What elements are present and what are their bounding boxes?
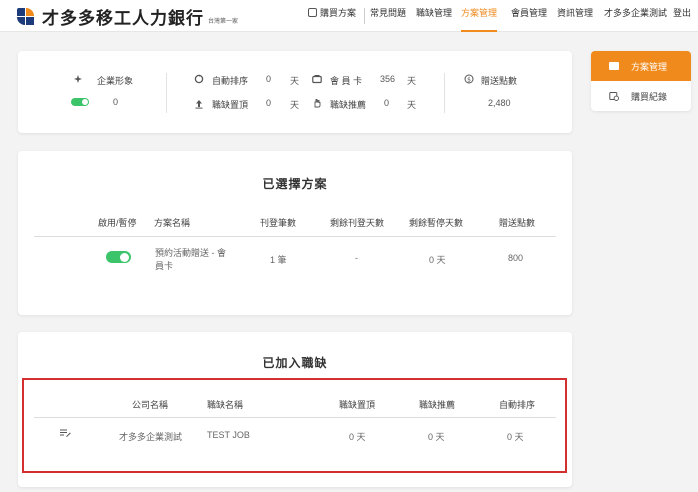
job-recommend-label: 職缺推薦 [330, 100, 367, 110]
added-jobs-title: 已加入職缺 [262, 356, 328, 370]
nav-member-manage[interactable]: 會員管理 [511, 0, 547, 32]
job-recommend-value: 0 [384, 98, 390, 108]
member-card-label: 會 員 卡 [330, 76, 363, 86]
side-item-plan-manage-label: 方案管理 [631, 61, 668, 72]
history-icon [609, 92, 619, 101]
nav-logout[interactable]: 登出 [673, 0, 691, 32]
col-remaining-days: 剩餘刊登天數 [330, 218, 385, 228]
refresh-icon [194, 74, 204, 84]
plan-post-count: 1 筆 [270, 255, 287, 265]
hand-icon [314, 99, 321, 108]
member-card-value: 356 [380, 74, 396, 84]
nav-plan-manage[interactable]: 方案管理 [461, 0, 498, 32]
brand-tagline: 台灣第一家 [208, 19, 239, 25]
plan-enable-toggle[interactable] [106, 251, 131, 263]
nav-buy-plan-label: 購買方案 [320, 8, 357, 18]
upload-icon [195, 100, 203, 109]
plan-pause-days: 0 天 [429, 255, 446, 265]
stats-divider [444, 73, 445, 113]
job-top-value: 0 [266, 98, 272, 108]
wallet-icon [312, 75, 322, 84]
plan-name-line1: 預約活動贈送 - 會 [155, 248, 226, 258]
side-item-purchase-history[interactable]: 購買紀錄 [591, 81, 691, 111]
side-item-plan-manage[interactable]: 方案管理 [591, 51, 691, 81]
brand-mark-icon [16, 7, 36, 27]
brand-title: 才多多移工人力銀行 [42, 9, 204, 29]
card-icon [609, 62, 619, 70]
job-top-label: 職缺置頂 [212, 100, 249, 110]
nav-divider [364, 8, 365, 24]
highlight-box [22, 378, 567, 473]
side-item-purchase-history-label: 購買紀錄 [631, 91, 668, 102]
member-card-unit: 天 [407, 76, 417, 86]
brand-image-value: 0 [113, 97, 119, 107]
col-bonus-points: 贈送點數 [499, 218, 536, 228]
plan-bonus-points: 800 [508, 253, 524, 263]
nav-profile-manage[interactable]: 資訊管理 [557, 0, 593, 32]
nav-buy-plan[interactable]: 購買方案 [308, 0, 356, 32]
col-plan-name: 方案名稱 [154, 218, 191, 228]
auto-sort-label: 自動排序 [212, 76, 249, 86]
svg-text:$: $ [467, 76, 471, 83]
job-top-unit: 天 [290, 100, 300, 110]
col-post-count: 刊登筆數 [260, 218, 297, 228]
nav-user-name[interactable]: 才多多企業測試 [604, 0, 667, 32]
side-menu: 方案管理 購買紀錄 [591, 51, 691, 111]
plan-name-line2: 員卡 [155, 261, 174, 271]
table-divider [34, 236, 556, 237]
plan-remaining-days: - [355, 253, 358, 263]
col-pause-days: 剩餘暫停天數 [409, 218, 464, 228]
brand-logo[interactable]: 才多多移工人力銀行 台灣第一家 [16, 4, 238, 29]
nav-job-manage[interactable]: 職缺管理 [416, 0, 452, 32]
job-recommend-unit: 天 [407, 100, 417, 110]
nav-faq[interactable]: 常見問題 [370, 0, 406, 32]
coin-icon: $ [464, 74, 474, 84]
bonus-points-value: 2,480 [488, 98, 511, 108]
sparkle-icon [74, 75, 82, 83]
auto-sort-value: 0 [266, 74, 272, 84]
plan-stats-card: 企業形象 0 自動排序 0 天 職缺置頂 0 天 會 員 卡 356 天 職缺推… [18, 51, 572, 133]
selected-plans-card: 已選擇方案 啟用/暫停 方案名稱 刊登筆數 剩餘刊登天數 剩餘暫停天數 贈送點數… [18, 151, 572, 315]
top-header: 才多多移工人力銀行 台灣第一家 購買方案 常見問題 職缺管理 方案管理 會員管理… [0, 0, 698, 32]
stats-divider [166, 73, 167, 113]
col-enable: 啟用/暫停 [98, 218, 137, 228]
brand-image-toggle[interactable] [71, 98, 89, 106]
brand-image-label: 企業形象 [97, 76, 134, 86]
selected-plans-title: 已選擇方案 [262, 177, 328, 191]
auto-sort-unit: 天 [290, 76, 300, 86]
bonus-points-label: 贈送點數 [481, 76, 518, 86]
cart-icon [308, 8, 317, 17]
